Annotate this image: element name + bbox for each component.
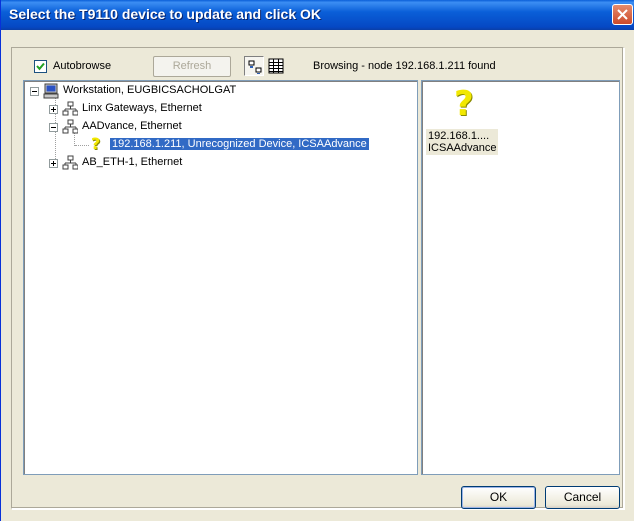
toolbar: Autobrowse Refresh Browsing - node 192.1… xyxy=(23,56,623,78)
tree-node-ab-eth-1[interactable]: AB_ETH-1, Ethernet xyxy=(49,155,409,171)
close-button[interactable] xyxy=(612,4,633,25)
workstation-icon xyxy=(43,83,59,99)
device-tree[interactable]: Workstation, EUGBICSACHOLGAT Linx Gatewa… xyxy=(23,80,418,475)
tree-node-label: 192.168.1.211, Unrecognized Device, ICSA… xyxy=(110,138,369,150)
tree-node-label: AB_ETH-1, Ethernet xyxy=(82,156,183,168)
collapse-toggle[interactable] xyxy=(49,123,58,132)
window-title: Select the T9110 device to update and cl… xyxy=(9,6,322,22)
autobrowse-checkbox[interactable] xyxy=(34,60,47,73)
tree-node-label: Linx Gateways, Ethernet xyxy=(82,102,202,114)
tree-node-workstation[interactable]: Workstation, EUGBICSACHOLGAT xyxy=(30,83,410,99)
unknown-device-icon: ? xyxy=(91,134,101,153)
network-icon xyxy=(62,155,79,171)
expand-toggle[interactable] xyxy=(49,159,58,168)
status-text: Browsing - node 192.168.1.211 found xyxy=(313,60,496,72)
title-bar[interactable]: Select the T9110 device to update and cl… xyxy=(1,0,634,30)
dialog-window: Select the T9110 device to update and cl… xyxy=(0,0,634,521)
cancel-button[interactable]: Cancel xyxy=(545,486,620,509)
device-domain-label: ICSAAdvance xyxy=(428,142,497,154)
device-icon-label: 192.168.1.... ICSAAdvance xyxy=(426,129,499,155)
autobrowse-label: Autobrowse xyxy=(53,60,112,72)
details-view-button[interactable] xyxy=(266,56,286,76)
tree-node-label: Workstation, EUGBICSACHOLGAT xyxy=(63,84,237,96)
tree-node-device-192-168-1-211[interactable]: ? 192.168.1.211, Unrecognized Device, IC… xyxy=(88,134,408,153)
tree-node-linx-gateways[interactable]: Linx Gateways, Ethernet xyxy=(49,101,409,117)
refresh-button[interactable]: Refresh xyxy=(153,56,231,77)
tree-node-aadvance[interactable]: AADvance, Ethernet xyxy=(49,119,409,135)
collapse-toggle[interactable] xyxy=(30,87,39,96)
large-icons-view-button[interactable] xyxy=(244,56,264,76)
expand-toggle[interactable] xyxy=(49,105,58,114)
network-icon xyxy=(62,119,79,135)
network-icon xyxy=(62,101,79,117)
unknown-device-icon: ? xyxy=(454,84,474,124)
device-address-label: 192.168.1.... xyxy=(428,130,490,142)
tree-node-label: AADvance, Ethernet xyxy=(82,120,182,132)
device-detail-pane: ? 192.168.1.... ICSAAdvance xyxy=(421,80,620,475)
tree-connector xyxy=(75,145,89,146)
ok-button[interactable]: OK xyxy=(461,486,536,509)
